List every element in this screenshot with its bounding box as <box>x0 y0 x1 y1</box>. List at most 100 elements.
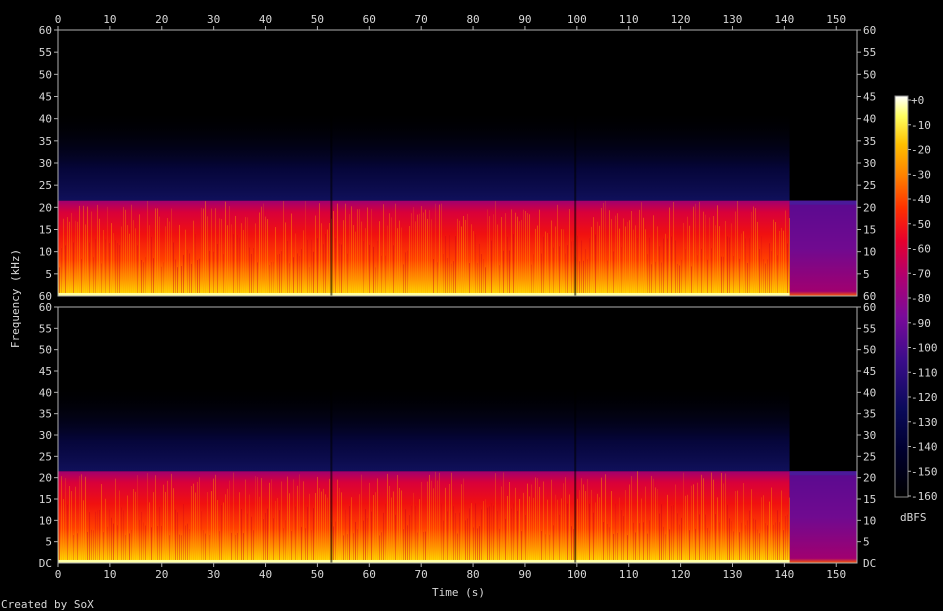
spectral-streak <box>295 506 296 563</box>
spectral-streak <box>159 506 160 563</box>
spectral-streak <box>85 476 86 563</box>
spectral-streak <box>491 503 492 563</box>
spectral-streak <box>135 491 136 563</box>
spectral-streak <box>291 213 292 296</box>
spectral-streak <box>395 203 396 296</box>
spectral-streak <box>169 535 170 563</box>
spectral-streak <box>729 237 730 296</box>
spectral-streak <box>643 522 644 563</box>
y-tick-label: 10 <box>863 246 876 259</box>
y-tick-label: 35 <box>39 135 52 148</box>
spectral-streak <box>751 489 752 563</box>
x-tick-label: 130 <box>723 568 743 581</box>
spectral-streak <box>711 472 712 563</box>
spectral-streak <box>319 488 320 563</box>
spectral-streak <box>777 510 778 563</box>
spectral-streak <box>665 233 666 296</box>
spectral-streak <box>787 514 788 563</box>
spectral-streak <box>67 504 68 563</box>
spectral-streak <box>519 498 520 563</box>
spectral-streak <box>703 478 704 563</box>
spectral-streak <box>735 211 736 296</box>
colorbar-tick-label: -160 <box>911 490 938 503</box>
spectral-streak <box>365 228 366 296</box>
spectral-streak <box>589 238 590 296</box>
spectral-streak <box>525 515 526 563</box>
colorbar-tick-label: -130 <box>911 416 938 429</box>
spectral-streak <box>521 531 522 563</box>
spectral-streak <box>453 506 454 563</box>
spectral-streak <box>385 255 386 296</box>
spectral-streak <box>597 493 598 563</box>
spectral-streak <box>385 504 386 563</box>
spectral-streak <box>645 229 646 296</box>
spectral-streak <box>709 217 710 296</box>
spectral-streak <box>529 214 530 296</box>
spectral-streak <box>293 479 294 563</box>
spectral-streak <box>703 211 704 296</box>
spectral-streak <box>661 504 662 563</box>
spectral-streak <box>265 216 266 296</box>
spectral-streak <box>81 259 82 296</box>
spectral-streak <box>209 250 210 296</box>
spectral-streak <box>73 242 74 296</box>
spectrum-tail-edge-1 <box>789 200 857 205</box>
y-tick-label: 50 <box>863 344 876 357</box>
spectral-streak <box>781 490 782 563</box>
spectral-streak <box>263 519 264 563</box>
spectral-streak <box>181 266 182 296</box>
spectral-streak <box>363 241 364 296</box>
spectral-streak <box>371 511 372 563</box>
spectral-streak <box>501 217 502 296</box>
x-tick-label: 40 <box>259 568 272 581</box>
spectral-streak <box>457 218 458 296</box>
spectral-streak <box>335 238 336 296</box>
spectral-streak <box>625 226 626 296</box>
spectral-streak <box>455 236 456 296</box>
x-tick-label: 10 <box>103 13 116 26</box>
spectral-streak <box>785 516 786 563</box>
spectral-streak <box>657 226 658 296</box>
spectral-streak <box>221 505 222 563</box>
spectral-streak <box>607 260 608 296</box>
spectral-streak <box>449 235 450 296</box>
spectral-streak <box>317 238 318 296</box>
spectral-streak <box>473 231 474 296</box>
spectral-streak <box>237 235 238 296</box>
spectral-streak <box>715 514 716 563</box>
spectral-streak <box>405 252 406 296</box>
spectral-streak <box>629 484 630 563</box>
spectral-streak <box>447 511 448 563</box>
spectral-streak <box>383 512 384 563</box>
spectral-streak <box>315 492 316 563</box>
spectral-streak <box>265 512 266 563</box>
spectral-streak <box>155 208 156 296</box>
spectral-streak <box>587 259 588 296</box>
spectral-streak <box>747 520 748 563</box>
spectral-streak <box>367 518 368 563</box>
spectral-streak <box>789 497 790 563</box>
spectral-streak <box>69 486 70 563</box>
spectral-streak <box>785 210 786 296</box>
spectral-streak <box>595 502 596 563</box>
spectral-streak <box>99 218 100 296</box>
spectral-streak <box>693 206 694 296</box>
colorbar-tick-label: -150 <box>911 465 938 478</box>
spectral-streak <box>327 497 328 563</box>
spectral-streak <box>465 219 466 296</box>
spectral-streak <box>707 259 708 296</box>
spectral-streak <box>549 234 550 296</box>
spectral-streak <box>643 217 644 296</box>
spectral-streak <box>117 525 118 563</box>
spectral-streak <box>157 526 158 563</box>
spectral-streak <box>671 236 672 296</box>
spectral-streak <box>587 479 588 563</box>
spectral-streak <box>151 236 152 296</box>
spectral-streak <box>337 479 338 563</box>
spectral-streak <box>563 483 564 563</box>
x-tick-label: 70 <box>415 568 428 581</box>
spectral-streak <box>533 497 534 563</box>
spectral-streak <box>257 477 258 563</box>
spectral-streak <box>553 525 554 563</box>
spectral-streak <box>437 262 438 296</box>
